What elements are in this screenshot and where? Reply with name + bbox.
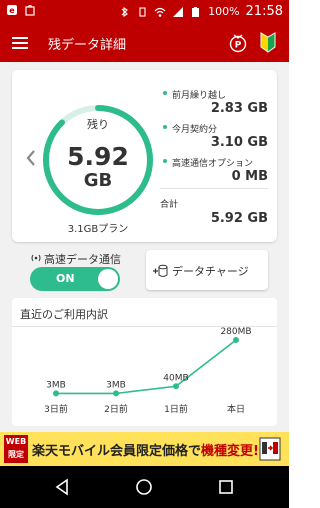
breakdown-highspeed-option: 高速通信オプション 0 MB (160, 154, 268, 188)
medal-icon[interactable]: P (227, 32, 249, 54)
navigation-bar (0, 466, 289, 508)
usage-day-label: 1日前 (164, 403, 188, 415)
usage-value-label: 280MB (220, 327, 251, 337)
wifi-icon (154, 6, 166, 18)
svg-text:P: P (235, 41, 242, 51)
banner-main-text: 楽天モバイル会員限定価格で (32, 444, 202, 459)
usage-value-label: 40MB (163, 373, 188, 383)
clock: 21:58 (245, 4, 283, 19)
remaining-value: 5.92 (67, 142, 129, 171)
breakdown-label: 高速通信オプション (172, 159, 254, 169)
bullet-dot-icon (163, 91, 167, 95)
usage-point (53, 390, 59, 397)
bullet-dot-icon (163, 159, 167, 163)
toggle-state-label: ON (56, 272, 75, 285)
toggle-knob (98, 269, 118, 289)
total-label: 合計 (160, 200, 179, 210)
breakdown-total: 合計 5.92 GB (160, 188, 268, 228)
usage-point (173, 383, 179, 390)
promo-banner[interactable]: WEB 限定 楽天モバイル会員限定価格で機種変更! (0, 432, 289, 466)
home-nav-icon[interactable] (135, 478, 153, 496)
banner-emphasis: 機種変更! (201, 444, 259, 459)
usage-value-label: 3MB (106, 380, 126, 390)
page-title: 残データ詳細 (48, 38, 127, 53)
content-area: 残り 5.92 GB 3.1GBプラン 前月繰り越し 2.83 GB 今月契約分… (0, 62, 289, 432)
svg-text:e: e (9, 6, 15, 15)
notification-icon: e (6, 4, 18, 16)
data-charge-button[interactable]: データチャージ (146, 250, 268, 290)
breakdown-value: 2.83 GB (210, 101, 268, 116)
remaining-data-card: 残り 5.92 GB 3.1GBプラン 前月繰り越し 2.83 GB 今月契約分… (12, 70, 277, 242)
usage-value-label: 3MB (46, 380, 66, 390)
antenna-icon (31, 254, 41, 262)
high-speed-toggle[interactable]: ON (30, 267, 120, 291)
usage-point (113, 390, 119, 397)
breakdown-carryover: 前月繰り越し 2.83 GB (160, 86, 268, 120)
remaining-label: 残り (87, 118, 109, 131)
usage-day-label: 2日前 (104, 403, 128, 415)
bullet-dot-icon (163, 125, 167, 129)
breakdown-value: 3.10 GB (210, 135, 268, 150)
remaining-unit: GB (83, 170, 113, 191)
usage-day-label: 本日 (227, 403, 245, 415)
breakdown-list: 前月繰り越し 2.83 GB 今月契約分 3.10 GB 高速通信オプション 0… (160, 86, 268, 228)
breakdown-label: 前月繰り越し (172, 91, 227, 101)
recents-nav-icon[interactable] (217, 478, 235, 496)
add-data-icon (153, 264, 168, 277)
shop-icon (24, 4, 36, 16)
tag-line-1: WEB (5, 437, 27, 446)
plan-name: 3.1GBプラン (67, 224, 129, 235)
bluetooth-icon (118, 6, 130, 18)
back-nav-icon[interactable] (53, 478, 71, 496)
breakdown-value: 0 MB (231, 169, 268, 184)
recent-usage-card: 直近のご利用内訳 3MB 3日前 3MB 2日前 40MB 1日前 280MB 本日 (12, 298, 277, 426)
tag-line-2: 限定 (8, 450, 24, 459)
usage-line-chart: 3MB 3日前 3MB 2日前 40MB 1日前 280MB 本日 (44, 327, 251, 415)
data-charge-label: データチャージ (172, 265, 249, 278)
vibrate-icon (136, 6, 148, 18)
breakdown-contract: 今月契約分 3.10 GB (160, 120, 268, 154)
breakdown-label: 今月契約分 (172, 125, 218, 135)
signal-icon (172, 6, 184, 18)
web-limited-tag: WEB 限定 (4, 435, 28, 463)
status-bar: e 100% 21:58 (0, 0, 289, 24)
battery-icon (190, 6, 202, 18)
hamburger-icon[interactable] (10, 33, 30, 53)
banner-text: 楽天モバイル会員限定価格で機種変更! (32, 440, 259, 459)
total-value: 5.92 GB (210, 211, 268, 226)
usage-line (56, 339, 237, 395)
usage-day-label: 3日前 (44, 403, 68, 415)
device-swap-icon (259, 437, 281, 461)
beginner-mark-icon[interactable] (259, 32, 277, 54)
chevron-left-icon[interactable] (24, 148, 38, 168)
app-bar: 残データ詳細 P (0, 24, 289, 62)
high-speed-label: 高速データ通信 (44, 253, 121, 266)
battery-level: 100% (208, 5, 240, 18)
usage-point (233, 337, 239, 343)
